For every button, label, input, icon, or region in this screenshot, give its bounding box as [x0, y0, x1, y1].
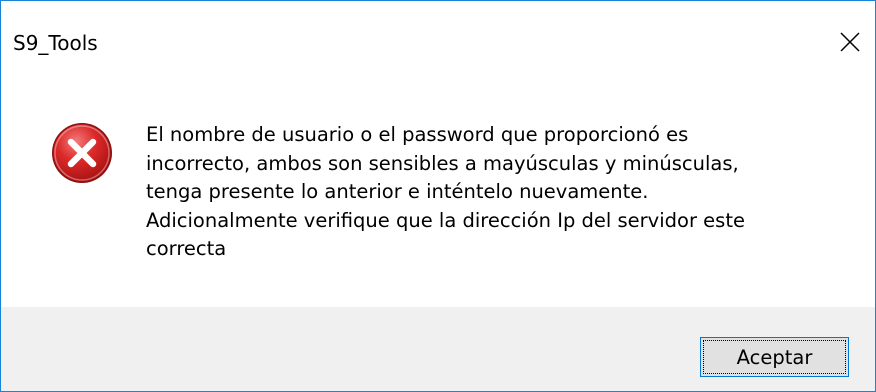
button-bar: Aceptar	[1, 307, 875, 391]
error-icon	[52, 123, 112, 183]
message-area: El nombre de usuario o el password que p…	[1, 87, 875, 307]
error-dialog: S9_Tools El nombre de usuario o el passw…	[0, 0, 876, 392]
error-message: El nombre de usuario o el password que p…	[146, 123, 745, 260]
close-icon	[840, 32, 860, 52]
window-title: S9_Tools	[13, 31, 98, 55]
ok-button[interactable]: Aceptar	[700, 337, 849, 377]
title-bar[interactable]: S9_Tools	[1, 1, 875, 87]
ok-button-label: Aceptar	[703, 340, 846, 374]
close-button[interactable]	[827, 19, 873, 65]
